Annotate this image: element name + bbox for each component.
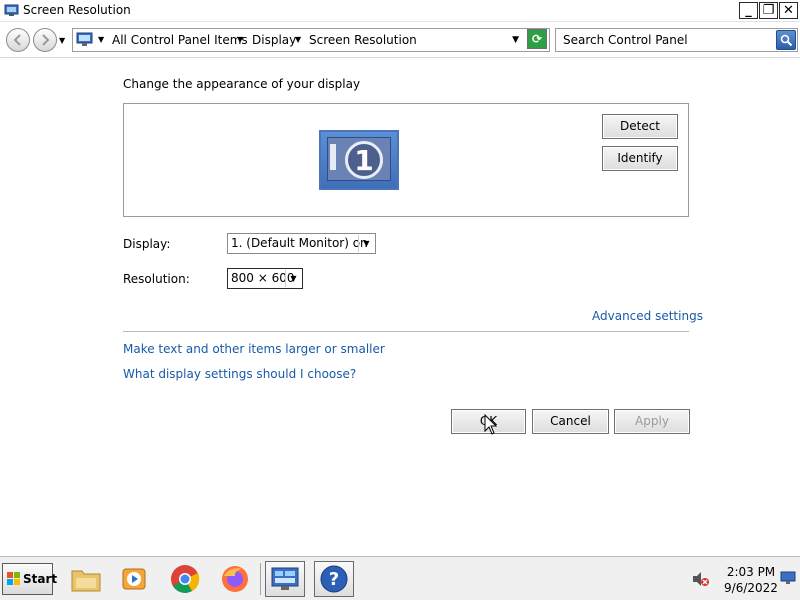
windows-logo-icon <box>7 572 20 585</box>
monitor-sidebar-strip <box>330 144 336 170</box>
chrome-icon <box>171 565 200 593</box>
display-label: Display: <box>123 237 171 251</box>
help-icon: ? <box>320 565 348 593</box>
firefox-icon <box>222 566 248 592</box>
section-divider <box>123 331 689 332</box>
minimize-icon: _ <box>745 3 752 18</box>
breadcrumb-chevron-icon[interactable]: ▼ <box>237 35 243 44</box>
breadcrumb-chevron-icon[interactable]: ▼ <box>295 35 301 44</box>
refresh-button[interactable]: ⟳ <box>527 29 547 49</box>
speaker-muted-icon[interactable] <box>692 571 710 587</box>
control-panel-icon <box>271 567 299 590</box>
display-help-link[interactable]: What display settings should I choose? <box>123 367 356 381</box>
back-arrow-icon <box>13 34 21 46</box>
search-icon <box>780 34 793 47</box>
media-player-button[interactable] <box>114 561 154 597</box>
address-box[interactable]: ▼ All Control Panel Items ▼ Display ▼ Sc… <box>72 28 550 52</box>
clock-time[interactable]: 2:03 PM <box>725 565 777 579</box>
back-button[interactable] <box>6 28 30 52</box>
firefox-button[interactable] <box>215 561 255 597</box>
window-title: Screen Resolution <box>23 3 131 17</box>
search-placeholder: Search Control Panel <box>563 33 688 47</box>
search-input[interactable]: Search Control Panel <box>555 28 798 52</box>
chrome-button[interactable] <box>165 561 205 597</box>
refresh-icon: ⟳ <box>531 32 543 46</box>
folder-icon <box>71 570 101 592</box>
title-bar: Screen Resolution _ ❐ ✕ <box>0 0 800 22</box>
breadcrumb-screen-resolution[interactable]: Screen Resolution <box>309 33 417 47</box>
taskbar: Start ? 2:03 PM 9/6/2022 <box>0 556 800 600</box>
display-select[interactable]: 1. (Default Monitor) on ▼ <box>227 233 376 254</box>
close-icon: ✕ <box>783 3 794 18</box>
address-bar: ▼ ▼ All Control Panel Items ▼ Display ▼ … <box>0 22 800 58</box>
control-panel-taskbar-button[interactable] <box>265 561 305 597</box>
forward-button[interactable] <box>33 28 57 52</box>
svg-text:?: ? <box>329 569 339 590</box>
monitor-1-icon[interactable]: 1 <box>319 130 399 190</box>
chevron-down-icon[interactable]: ▼ <box>358 235 374 252</box>
forward-arrow-icon <box>42 34 50 46</box>
display-select-value: 1. (Default Monitor) on <box>231 236 368 250</box>
file-explorer-button[interactable] <box>66 561 106 597</box>
taskbar-separator <box>260 563 261 595</box>
page-heading: Change the appearance of your display <box>123 77 361 91</box>
start-button[interactable]: Start <box>2 563 57 595</box>
chevron-down-icon[interactable]: ▼ <box>285 270 301 287</box>
detect-button[interactable]: Detect <box>602 114 678 139</box>
system-tray: 2:03 PM 9/6/2022 <box>685 557 800 600</box>
resolution-label: Resolution: <box>123 272 190 286</box>
cancel-button[interactable]: Cancel <box>532 409 609 434</box>
address-history-dropdown[interactable]: ▼ <box>512 35 519 45</box>
advanced-settings-link[interactable]: Advanced settings <box>592 309 703 323</box>
text-size-link[interactable]: Make text and other items larger or smal… <box>123 342 385 356</box>
control-panel-icon <box>76 32 93 46</box>
clock-date[interactable]: 9/6/2022 <box>722 581 780 595</box>
display-settings-icon <box>4 4 19 16</box>
resolution-select[interactable]: 800 × 600 ▼ <box>227 268 303 289</box>
maximize-icon: ❐ <box>762 3 775 18</box>
help-taskbar-button[interactable]: ? <box>314 561 354 597</box>
breadcrumb-display[interactable]: Display <box>252 33 296 47</box>
minimize-button[interactable]: _ <box>739 2 758 19</box>
recent-pages-dropdown[interactable]: ▼ <box>59 36 65 45</box>
close-button[interactable]: ✕ <box>779 2 798 19</box>
breadcrumb-all-items[interactable]: All Control Panel Items <box>112 33 248 47</box>
action-center-icon[interactable] <box>780 571 796 585</box>
start-label: Start <box>23 572 58 586</box>
media-player-icon <box>122 568 146 590</box>
mouse-cursor-icon <box>484 414 498 435</box>
maximize-button[interactable]: ❐ <box>759 2 778 19</box>
apply-button[interactable]: Apply <box>614 409 690 434</box>
identify-button[interactable]: Identify <box>602 146 678 171</box>
search-button[interactable] <box>776 30 796 50</box>
monitor-number: 1 <box>345 141 383 179</box>
monitor-screen: 1 <box>327 137 391 181</box>
monitor-preview-panel: 1 Detect Identify <box>123 103 689 217</box>
breadcrumb-root-chevron-icon[interactable]: ▼ <box>98 35 104 44</box>
